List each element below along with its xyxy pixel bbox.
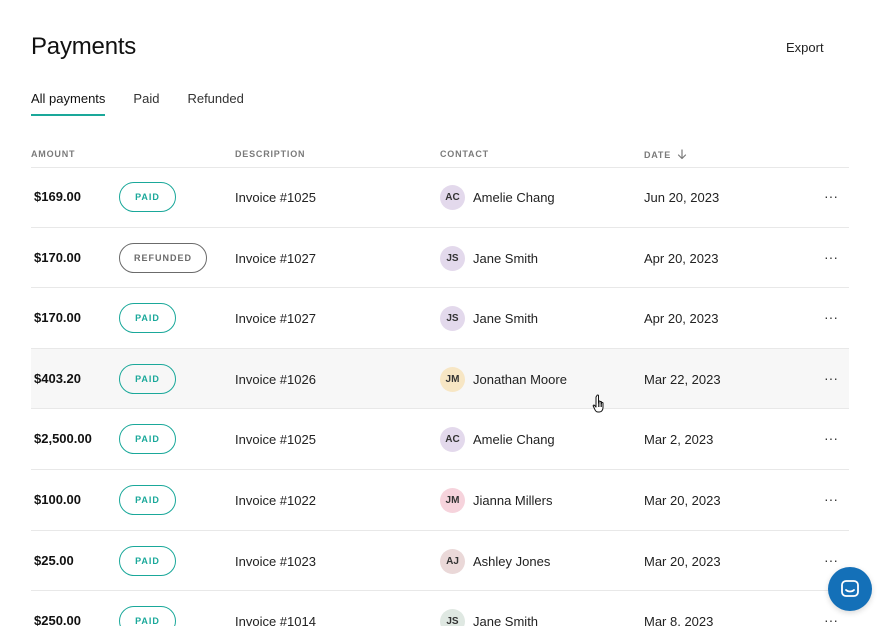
chat-icon: [841, 580, 859, 597]
column-header-amount[interactable]: AMOUNT: [31, 149, 75, 159]
page-title: Payments: [31, 33, 137, 60]
more-horizontal-icon[interactable]: ···: [824, 613, 838, 626]
column-header-date[interactable]: DATE: [644, 149, 687, 160]
status-badge: PAID: [119, 424, 176, 455]
contact-name: Jane Smith: [473, 614, 539, 626]
contact-cell[interactable]: AJ Ashley Jones: [440, 548, 551, 574]
column-header-contact[interactable]: CONTACT: [440, 149, 489, 159]
avatar: AC: [440, 185, 465, 210]
payment-amount: $25.00: [34, 552, 74, 568]
tab-bar: All payments Paid Refunded: [31, 91, 244, 116]
avatar: JM: [440, 487, 465, 513]
column-header-date-label: DATE: [644, 149, 672, 160]
contact-name: Jianna Millers: [473, 492, 553, 508]
table-row[interactable]: $2,500.00 PAID Invoice #1025 AC Amelie Chang…: [31, 409, 849, 470]
tab-all-payments[interactable]: All payments: [31, 91, 106, 116]
payment-amount: $250.00: [34, 613, 81, 626]
contact-cell[interactable]: JM Jonathan Moore: [440, 366, 567, 392]
arrow-down-icon[interactable]: [677, 149, 687, 160]
table-row[interactable]: $250.00 PAID Invoice #1014 JS Jane Smith Mar …: [31, 591, 849, 626]
avatar: JS: [440, 306, 465, 332]
contact-name: Jonathan Moore: [473, 371, 567, 387]
payment-amount: $403.20: [34, 370, 81, 386]
payments-table-body: $169.00 PAID Invoice #1025 AC Amelie Chang Ju…: [31, 167, 849, 626]
payment-description: Invoice #1022: [235, 492, 316, 508]
status-badge: PAID: [119, 303, 176, 334]
chat-button[interactable]: [828, 567, 872, 611]
payment-description: Invoice #1023: [235, 553, 316, 569]
table-row[interactable]: $170.00 PAID Invoice #1027 JS Jane Smith Apr …: [31, 288, 849, 349]
tab-refunded[interactable]: Refunded: [187, 91, 243, 116]
status-badge: PAID: [119, 484, 176, 515]
table-row[interactable]: $169.00 PAID Invoice #1025 AC Amelie Chang Ju…: [31, 167, 849, 228]
more-horizontal-icon[interactable]: ···: [824, 371, 838, 385]
tab-paid[interactable]: Paid: [133, 91, 159, 116]
payment-date: Mar 20, 2023: [644, 492, 721, 508]
table-row[interactable]: $403.20 PAID Invoice #1026 JM Jonathan Moore…: [31, 348, 849, 410]
payment-amount: $100.00: [34, 491, 81, 507]
payment-date: Apr 20, 2023: [644, 250, 719, 266]
contact-name: Amelie Chang: [473, 190, 555, 205]
table-row[interactable]: $170.00 REFUNDED Invoice #1027 JS Jane Smith…: [31, 228, 849, 289]
payment-date: Jun 20, 2023: [644, 190, 720, 205]
payment-description: Invoice #1014: [235, 614, 316, 626]
payment-description: Invoice #1027: [235, 250, 316, 266]
contact-cell[interactable]: JS Jane Smith: [440, 245, 539, 271]
payment-description: Invoice #1027: [235, 311, 316, 327]
contact-name: Ashley Jones: [473, 553, 551, 569]
payment-amount: $2,500.00: [34, 431, 92, 447]
avatar: JS: [440, 609, 465, 626]
contact-cell[interactable]: JS Jane Smith: [440, 609, 538, 626]
payment-amount: $170.00: [34, 310, 81, 326]
table-row[interactable]: $100.00 PAID Invoice #1022 JM Jianna Millers…: [31, 470, 849, 531]
export-button[interactable]: Export: [786, 40, 824, 55]
contact-name: Jane Smith: [473, 311, 539, 327]
avatar: JM: [440, 366, 465, 392]
payment-date: Mar 2, 2023: [644, 432, 714, 448]
hand-pointer-icon: [592, 394, 604, 413]
contact-cell[interactable]: AC Amelie Chang: [440, 185, 555, 210]
more-horizontal-icon[interactable]: ···: [824, 250, 838, 264]
more-horizontal-icon[interactable]: ···: [824, 310, 838, 324]
column-header-description[interactable]: DESCRIPTION: [235, 149, 305, 159]
contact-name: Amelie Chang: [473, 432, 555, 448]
payment-date: Mar 22, 2023: [644, 371, 721, 387]
more-horizontal-icon[interactable]: ···: [824, 431, 838, 445]
contact-cell[interactable]: AC Amelie Chang: [440, 427, 555, 453]
table-header: AMOUNT DESCRIPTION CONTACT DATE: [31, 146, 849, 168]
payment-description: Invoice #1025: [235, 190, 316, 205]
payment-date: Apr 20, 2023: [644, 311, 719, 327]
contact-cell[interactable]: JM Jianna Millers: [440, 487, 553, 513]
avatar: JS: [440, 245, 465, 271]
payment-amount: $169.00: [34, 189, 81, 204]
contact-name: Jane Smith: [473, 250, 539, 266]
payment-description: Invoice #1026: [235, 371, 316, 387]
avatar: AJ: [440, 548, 465, 574]
status-badge: PAID: [119, 606, 176, 626]
status-badge: PAID: [119, 363, 176, 394]
payment-amount: $170.00: [34, 249, 81, 265]
status-badge: PAID: [119, 545, 176, 576]
payment-date: Mar 20, 2023: [644, 553, 721, 569]
more-horizontal-icon[interactable]: ···: [824, 492, 838, 506]
contact-cell[interactable]: JS Jane Smith: [440, 306, 539, 332]
table-row[interactable]: $25.00 PAID Invoice #1023 AJ Ashley Jones Mar…: [31, 531, 849, 592]
more-horizontal-icon[interactable]: ···: [824, 553, 838, 567]
payment-description: Invoice #1025: [235, 432, 316, 448]
payment-date: Mar 8, 2023: [644, 614, 714, 626]
status-badge: REFUNDED: [119, 242, 207, 273]
status-badge: PAID: [119, 182, 176, 212]
more-horizontal-icon[interactable]: ···: [824, 189, 838, 203]
avatar: AC: [440, 427, 465, 453]
